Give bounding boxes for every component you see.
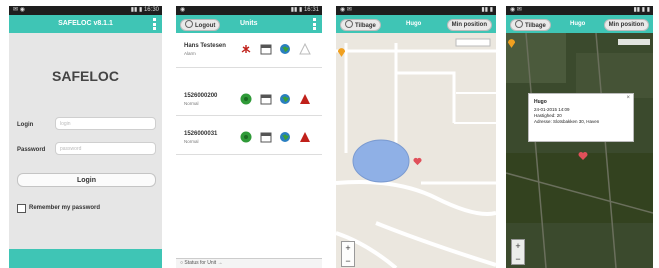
globe-icon bbox=[280, 44, 290, 54]
title-bar: Tilbage Hugo Min position bbox=[506, 15, 653, 33]
signal-icons: ▮▮ ▮ 16:31 bbox=[290, 7, 319, 13]
list-item[interactable]: 1526000031 Normal bbox=[176, 123, 322, 155]
street-map[interactable]: + − bbox=[336, 33, 496, 268]
status-bar: ◉ ✉ ▮▮ ▮ ▮ bbox=[506, 6, 653, 15]
location-pin-icon bbox=[508, 39, 515, 48]
list-item[interactable]: 1526000200 Normal bbox=[176, 84, 322, 116]
circle-icon bbox=[185, 20, 193, 28]
password-label: Password bbox=[17, 147, 46, 153]
map-screen: ◉ ✉ ▮▮ ▮ Tilbage Hugo Min position + − bbox=[336, 6, 496, 268]
remember-checkbox[interactable] bbox=[17, 204, 26, 213]
circle-icon: ○ bbox=[180, 260, 184, 266]
satellite-map-screen: ◉ ✉ ▮▮ ▮ ▮ Tilbage Hugo Min position Hug… bbox=[506, 6, 653, 268]
unit-status: Alarm bbox=[184, 51, 196, 56]
location-pin-icon bbox=[338, 48, 345, 57]
unit-status: Normal bbox=[184, 101, 199, 106]
notification-icons: ◉ ✉ bbox=[340, 7, 352, 13]
page-title: Hugo bbox=[570, 21, 586, 27]
back-button[interactable]: Tilbage bbox=[510, 19, 551, 31]
overflow-menu-icon[interactable] bbox=[313, 18, 316, 32]
heart-marker-icon[interactable] bbox=[413, 157, 422, 166]
app-title: SAFELOC v8.1.1 bbox=[58, 20, 113, 27]
page-title: Units bbox=[240, 20, 258, 27]
units-screen: ◉ ▮▮ ▮ 16:31 Logout Units Hans Testesen … bbox=[176, 6, 322, 268]
unit-name: 1526000200 bbox=[184, 93, 218, 99]
popup-line: Adresse: Slotsbakken 30, Haven bbox=[534, 119, 600, 124]
list-item[interactable]: Hans Testesen Alarm bbox=[176, 35, 322, 68]
alarm-triangle-icon bbox=[300, 94, 310, 104]
calendar-icon bbox=[260, 44, 272, 55]
brand-title: SAFELOC bbox=[52, 68, 119, 84]
my-position-button[interactable]: Min position bbox=[603, 19, 649, 31]
footer-label: Status for Unit → bbox=[184, 260, 223, 266]
my-position-button[interactable]: Min position bbox=[446, 19, 492, 31]
login-label: Login bbox=[17, 122, 34, 128]
signal-icons: ▮▮ ▮ ▮ bbox=[633, 7, 650, 13]
bottom-bar bbox=[9, 249, 162, 268]
title-bar: SAFELOC v8.1.1 bbox=[9, 15, 162, 33]
status-bar: ◉ ✉ ▮▮ ▮ bbox=[336, 6, 496, 15]
password-input[interactable]: password bbox=[55, 142, 156, 155]
signal-icons: ▮▮ ▮ 16:30 bbox=[130, 7, 159, 13]
street-map-graphic bbox=[336, 33, 496, 268]
remember-label: Remember my password bbox=[29, 205, 101, 211]
satellite-map[interactable]: Hugo 24-01-2015 14:09 Hastighed: 20 Adre… bbox=[506, 33, 653, 268]
page-title: Hugo bbox=[406, 21, 422, 27]
login-button[interactable]: Login bbox=[17, 173, 156, 187]
alarm-triangle-icon bbox=[300, 132, 310, 142]
back-button[interactable]: Tilbage bbox=[340, 19, 381, 31]
zoom-control[interactable]: + − bbox=[511, 239, 525, 265]
unit-name: 1526000031 bbox=[184, 131, 218, 137]
status-bar: ✉ ◉ ▮▮ ▮ 16:30 bbox=[9, 6, 162, 15]
online-status-icon bbox=[240, 131, 252, 143]
circle-icon bbox=[515, 20, 523, 28]
popup-title: Hugo bbox=[534, 99, 547, 105]
notification-icons: ✉ ◉ bbox=[13, 7, 25, 13]
unit-status: Normal bbox=[184, 139, 199, 144]
notification-icons: ◉ bbox=[180, 7, 186, 13]
logout-button[interactable]: Logout bbox=[180, 19, 221, 31]
login-screen: ✉ ◉ ▮▮ ▮ 16:30 SAFELOC v8.1.1 SAFELOC Lo… bbox=[9, 6, 162, 268]
title-bar: Tilbage Hugo Min position bbox=[336, 15, 496, 33]
circle-icon bbox=[345, 20, 353, 28]
close-icon[interactable]: × bbox=[626, 95, 630, 101]
map-type-toggle[interactable] bbox=[455, 38, 491, 47]
notification-icons: ◉ ✉ bbox=[510, 7, 522, 13]
signal-icons: ▮▮ ▮ bbox=[481, 7, 493, 13]
globe-icon bbox=[280, 94, 290, 104]
unit-name: Hans Testesen bbox=[184, 43, 226, 49]
heart-marker-icon[interactable] bbox=[578, 151, 588, 161]
info-popup[interactable]: Hugo 24-01-2015 14:09 Hastighed: 20 Adre… bbox=[528, 93, 634, 142]
overflow-menu-icon[interactable] bbox=[153, 18, 156, 32]
calendar-icon bbox=[260, 132, 272, 143]
status-bar: ◉ ▮▮ ▮ 16:31 bbox=[176, 6, 322, 15]
alarm-signal-icon bbox=[241, 45, 251, 53]
zoom-control[interactable]: + − bbox=[341, 241, 355, 267]
status-footer[interactable]: ○ Status for Unit → bbox=[176, 258, 322, 268]
title-bar: Logout Units bbox=[176, 15, 322, 33]
calendar-icon bbox=[260, 94, 272, 105]
warning-outline-icon bbox=[299, 43, 311, 55]
globe-icon bbox=[280, 132, 290, 142]
online-status-icon bbox=[240, 93, 252, 105]
login-input[interactable]: login bbox=[55, 117, 156, 130]
